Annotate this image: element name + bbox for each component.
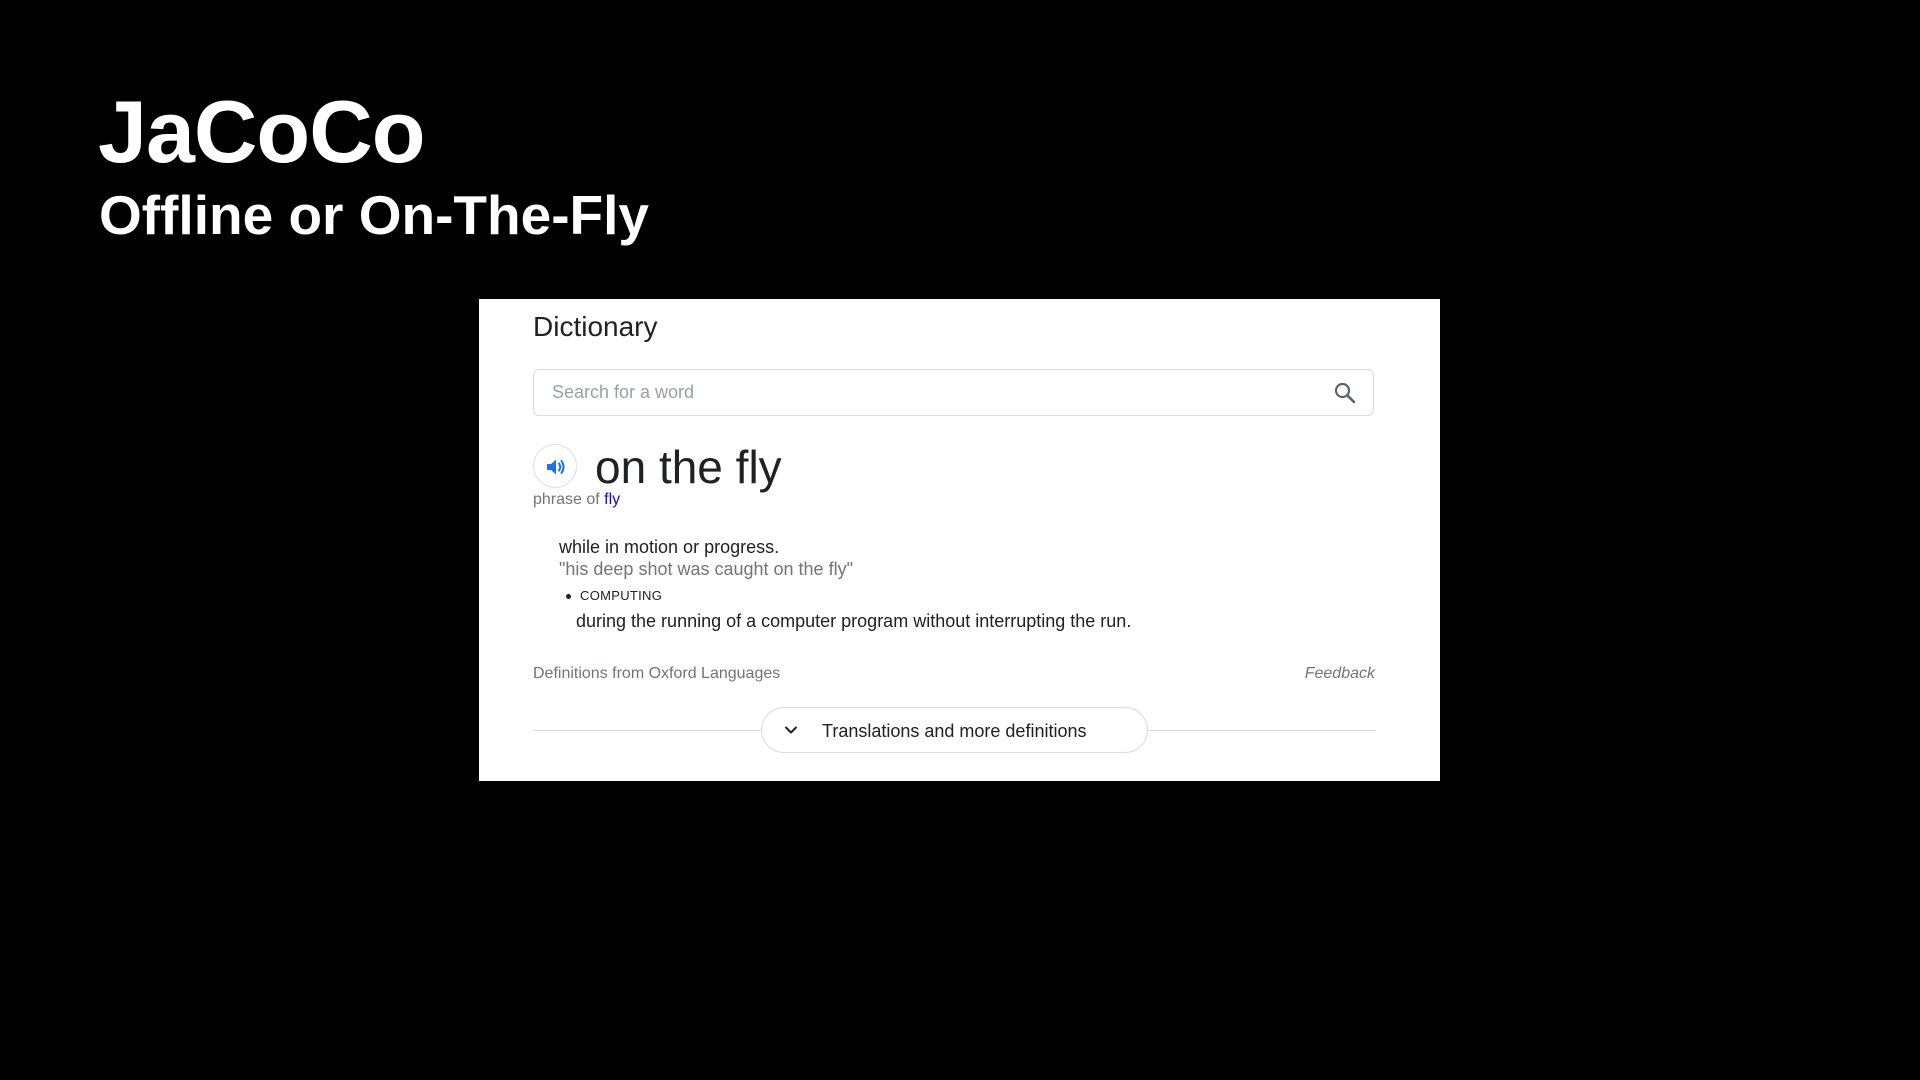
search-box [533,369,1374,416]
phrase-of-line: phrase of fly [533,490,620,510]
pronunciation-button[interactable] [533,444,577,488]
more-definitions-label: Translations and more definitions [822,721,1087,741]
definition-1: while in motion or progress. [559,537,780,557]
speaker-icon [547,459,565,475]
slide-subtitle: Offline or On-The-Fly [99,184,649,246]
domain-label: COMPUTING [580,588,663,603]
bullet-dot [566,594,571,599]
phrase-of-prefix: phrase of [533,491,600,508]
dictionary-heading: Dictionary [533,311,658,342]
dictionary-card: Dictionary on the fly phrase of fly whil… [479,299,1440,781]
search-input[interactable] [552,370,1312,415]
headword: on the fly [595,441,782,493]
chevron-down-icon [785,726,797,734]
example-1: "his deep shot was caught on the fly" [559,559,853,579]
source-attribution: Definitions from Oxford Languages [533,665,781,682]
slide: JaCoCo Offline or On-The-Fly Dictionary … [0,0,1920,1080]
slide-title: JaCoCo [98,82,425,181]
feedback-link[interactable]: Feedback [1305,664,1375,684]
more-definitions-button[interactable]: Translations and more definitions [761,707,1148,753]
definition-2: during the running of a computer program… [576,611,1132,631]
phrase-of-link[interactable]: fly [604,491,620,508]
search-icon[interactable] [1333,381,1357,405]
